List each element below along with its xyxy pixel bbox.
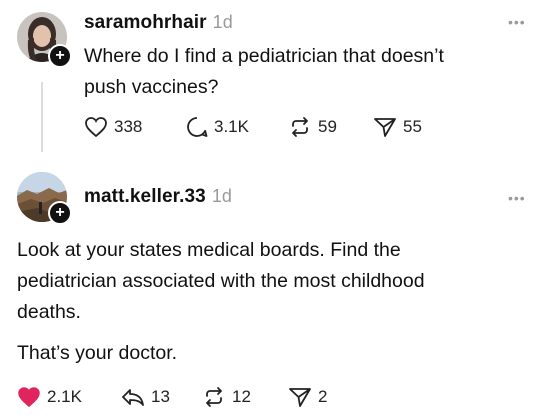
post-text: Where do I find a pediatrician that does…: [84, 41, 444, 103]
post-username[interactable]: saramohrhair: [84, 12, 207, 33]
reply-text-line: pediatrician associated with the most ch…: [17, 270, 425, 292]
follow-plus-icon[interactable]: +: [48, 44, 72, 68]
reply-text: Look at your states medical boards. Find…: [17, 235, 425, 328]
send-icon: [289, 388, 311, 407]
post-text-line: Where do I find a pediatrician that does…: [84, 45, 444, 67]
reply-share-button[interactable]: 2: [288, 386, 327, 408]
reply-comment-count: 13: [151, 387, 170, 406]
reply-username[interactable]: matt.keller.33: [84, 186, 206, 207]
send-icon: [374, 118, 396, 137]
post-comment-count: 3.1K: [214, 117, 249, 136]
post-timestamp: 1d: [212, 12, 233, 32]
heart-filled-icon: [18, 387, 40, 407]
repost-icon: [292, 117, 308, 137]
heart-icon: [85, 117, 107, 138]
reply-like-count: 2.1K: [47, 387, 82, 406]
reply-like-button[interactable]: 2.1K: [17, 386, 82, 408]
reply-timestamp: 1d: [211, 186, 233, 206]
reply-arrow-icon: [122, 389, 144, 406]
reply-more-icon[interactable]: •••: [508, 190, 526, 206]
post-like-count: 338: [114, 117, 143, 136]
post-share-button[interactable]: 55: [373, 116, 422, 138]
post-repost-count: 59: [318, 117, 337, 136]
follow-plus-icon[interactable]: +: [48, 201, 72, 225]
reply-text-line: deaths.: [17, 301, 81, 323]
post-like-button[interactable]: 338: [84, 116, 142, 138]
comment-icon: [187, 117, 208, 137]
reply-repost-count: 12: [232, 387, 251, 406]
post-comment-button[interactable]: 3.1K: [186, 116, 249, 138]
post-header: saramohrhair 1d: [84, 12, 233, 34]
thread-line: [41, 82, 43, 152]
reply-text-line: Look at your states medical boards. Find…: [17, 239, 401, 261]
post-repost-button[interactable]: 59: [288, 116, 337, 138]
reply-header: matt.keller.33 1d: [84, 186, 232, 208]
post-text-line: push vaccines?: [84, 76, 219, 98]
post-share-count: 55: [403, 117, 422, 136]
reply-text-line: That’s your doctor.: [17, 342, 178, 364]
reply-comment-button[interactable]: 13: [121, 386, 170, 408]
reply-repost-button[interactable]: 12: [202, 386, 251, 408]
reply-share-count: 2: [318, 387, 328, 406]
repost-icon: [206, 387, 222, 407]
post-more-icon[interactable]: •••: [508, 14, 526, 30]
reply-text-last: That’s your doctor.: [17, 338, 177, 369]
